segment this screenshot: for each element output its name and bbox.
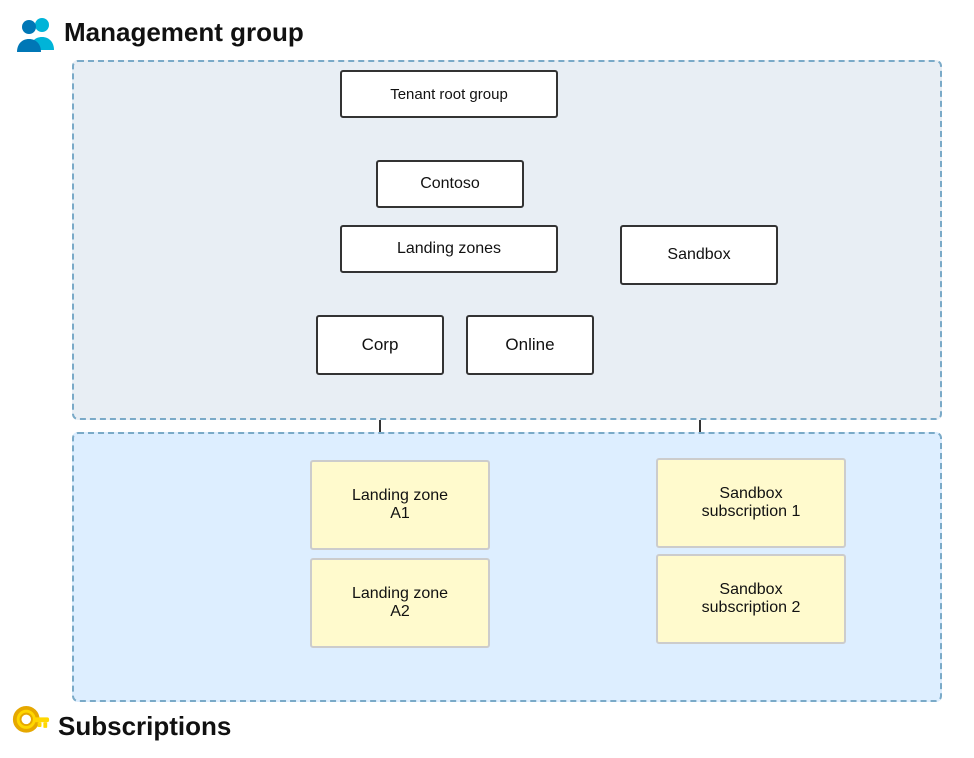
sandbox-node: Sandbox bbox=[620, 225, 778, 285]
users-icon bbox=[12, 12, 56, 52]
landing-zones-node: Landing zones bbox=[340, 225, 558, 273]
key-icon bbox=[12, 706, 50, 746]
contoso-node: Contoso bbox=[376, 160, 524, 208]
tenant-root-node: Tenant root group bbox=[340, 70, 558, 118]
lz-a2-node: Landing zone A2 bbox=[310, 558, 490, 648]
management-group-text: Management group bbox=[64, 17, 304, 48]
corp-node: Corp bbox=[316, 315, 444, 375]
lz-a1-node: Landing zone A1 bbox=[310, 460, 490, 550]
subscriptions-label: Subscriptions bbox=[12, 706, 231, 746]
subscriptions-text: Subscriptions bbox=[58, 711, 231, 742]
online-node: Online bbox=[466, 315, 594, 375]
sandbox-sub1-node: Sandbox subscription 1 bbox=[656, 458, 846, 548]
management-group-label: Management group bbox=[12, 12, 304, 52]
diagram-container: Management group Tenant root group Conto… bbox=[0, 0, 974, 758]
sandbox-sub2-node: Sandbox subscription 2 bbox=[656, 554, 846, 644]
